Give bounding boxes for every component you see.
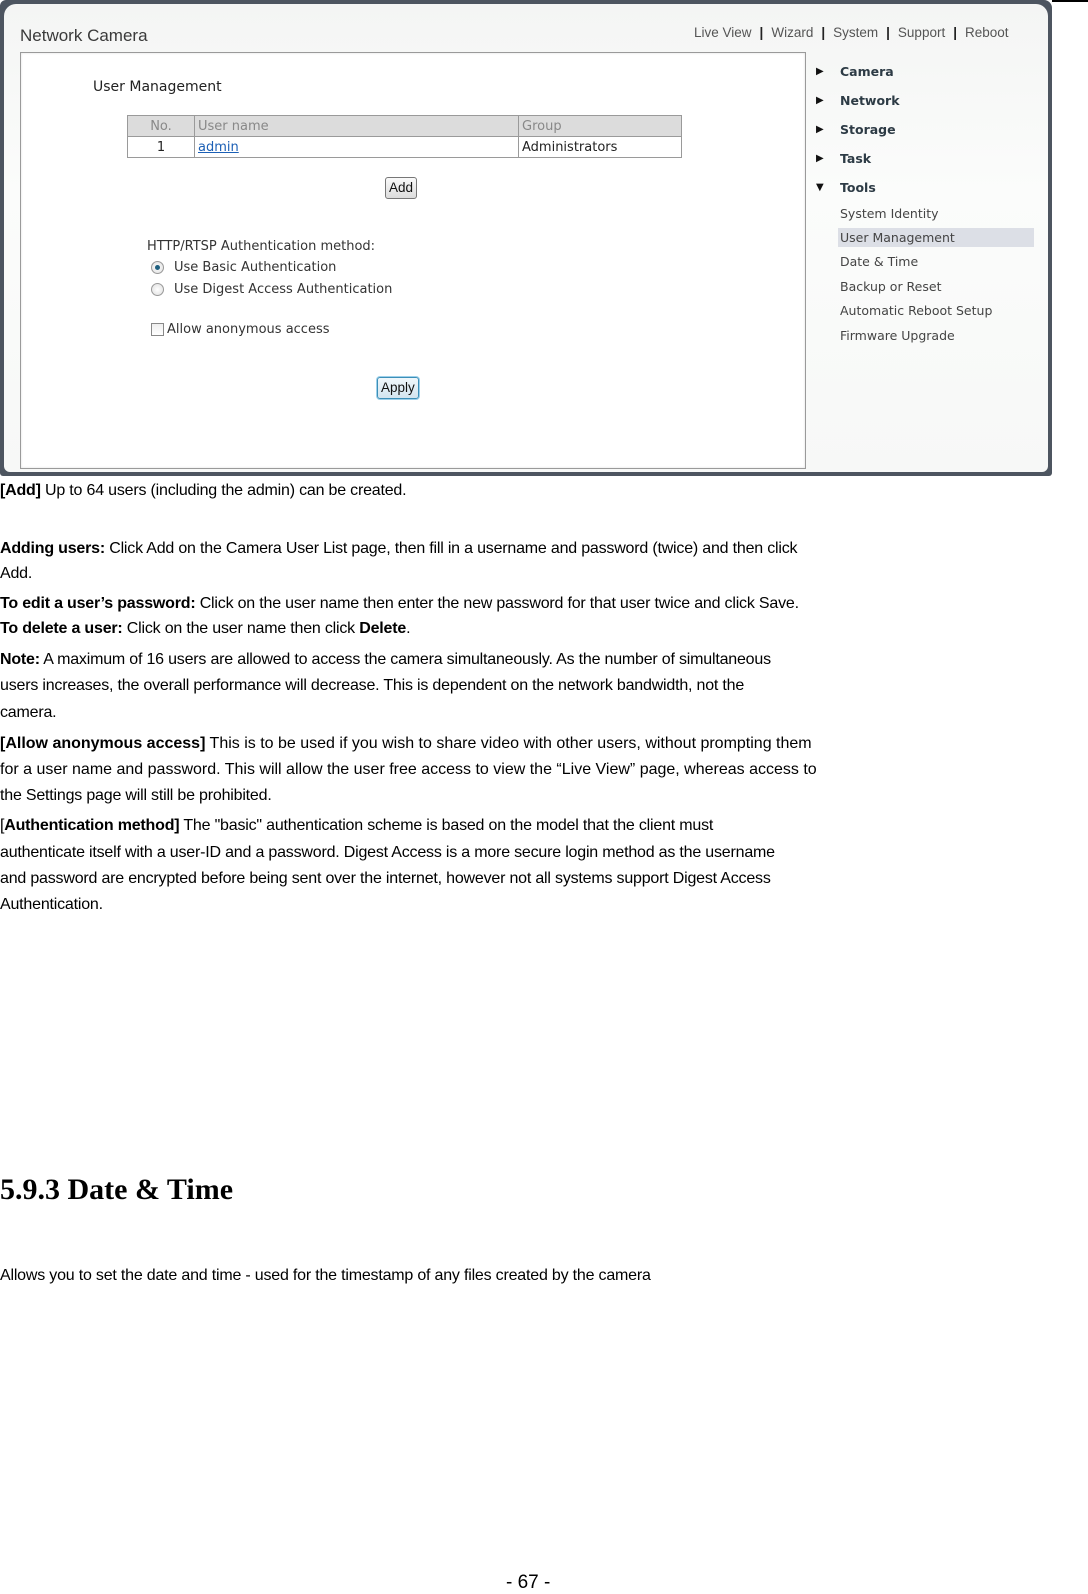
- adding-users-label: Adding users:: [0, 540, 105, 557]
- anonymous-label: [Allow anonymous access]: [0, 735, 206, 752]
- delete-user-end: .: [406, 620, 411, 637]
- caret-right-icon: ▶: [816, 153, 824, 164]
- nav-reboot[interactable]: Reboot: [965, 25, 1009, 40]
- cell-username: admin: [194, 136, 519, 158]
- radio-selected-icon[interactable]: [151, 261, 164, 274]
- delete-user-text: Click on the user name then click: [122, 620, 360, 637]
- nav-separator: |: [953, 25, 957, 40]
- anonymous-paragraph-line3: the Settings page will still be prohibit…: [0, 787, 272, 804]
- auth-method-paragraph-line4: Authentication.: [0, 896, 103, 913]
- add-note: [Add] Up to 64 users (including the admi…: [0, 481, 407, 501]
- auth-method-paragraph-line2: authenticate itself with a user-ID and a…: [0, 844, 775, 861]
- table-row: 1 admin Administrators: [127, 136, 682, 158]
- edit-password-text: Click on the user name then enter the ne…: [195, 595, 799, 612]
- caret-down-icon: ▼: [816, 182, 824, 193]
- delete-user-note: To delete a user: Click on the user name…: [0, 619, 411, 639]
- sidenav-label: Storage: [840, 122, 896, 137]
- sidenav-item-backup-reset[interactable]: Backup or Reset: [838, 277, 1034, 296]
- sidenav-label: Network: [840, 93, 900, 108]
- sidenav-item-user-management[interactable]: User Management: [838, 228, 1034, 247]
- radio-unselected-icon[interactable]: [151, 283, 164, 296]
- auth-method-label: HTTP/RTSP Authentication method:: [147, 239, 376, 254]
- column-header-group: Group: [518, 115, 682, 137]
- cell-no: 1: [127, 136, 195, 158]
- caret-right-icon: ▶: [816, 66, 824, 77]
- note-paragraph-line2: users increases, the overall performance…: [0, 677, 745, 694]
- auth-method-text: The "basic" authentication scheme is bas…: [179, 817, 714, 834]
- username-link[interactable]: admin: [198, 140, 239, 155]
- note-paragraph: Note: A maximum of 16 users are allowed …: [0, 650, 771, 670]
- nav-separator: |: [821, 25, 826, 40]
- checkbox-icon[interactable]: [151, 323, 164, 336]
- sidenav-camera[interactable]: ▶ Camera: [816, 64, 894, 79]
- sidenav-storage[interactable]: ▶ Storage: [816, 122, 896, 137]
- page-top-rule: [1052, 0, 1088, 2]
- sidenav-label: Tools: [840, 180, 876, 195]
- delete-user-label: To delete a user:: [0, 620, 123, 637]
- radio-digest-auth[interactable]: Use Digest Access Authentication: [151, 282, 392, 297]
- caret-right-icon: ▶: [816, 124, 824, 135]
- column-header-username: User name: [194, 115, 519, 137]
- table-header-row: No. User name Group: [127, 115, 682, 137]
- radio-basic-label: Use Basic Authentication: [174, 260, 337, 275]
- nav-system[interactable]: System: [833, 25, 878, 40]
- auth-method-paragraph: [Authentication method] The "basic" auth…: [0, 816, 713, 836]
- app-window: Network Camera Live View | Wizard | System | S…: [4, 4, 1048, 472]
- nav-wizard[interactable]: Wizard: [771, 25, 813, 40]
- auth-method-label: Authentication method]: [4, 817, 180, 834]
- apply-button[interactable]: Apply: [377, 377, 419, 399]
- edit-password-note: To edit a user’s password: Click on the …: [0, 594, 799, 614]
- add-note-label: [Add]: [0, 482, 41, 499]
- sidenav-tools[interactable]: ▼ Tools: [816, 180, 876, 195]
- anonymous-paragraph: [Allow anonymous access] This is to be u…: [0, 734, 812, 754]
- nav-separator: |: [759, 25, 764, 40]
- note-label: Note:: [0, 651, 40, 668]
- user-table: No. User name Group 1 admin Administrato…: [127, 115, 682, 158]
- auth-method-paragraph-line3: and password are encrypted before being …: [0, 870, 771, 887]
- adding-users-note: Adding users: Click Add on the Camera Us…: [0, 539, 798, 559]
- radio-basic-auth[interactable]: Use Basic Authentication: [151, 260, 336, 275]
- edit-password-label: To edit a user’s password:: [0, 595, 196, 612]
- sidenav-network[interactable]: ▶ Network: [816, 93, 900, 108]
- top-nav: Live View | Wizard | System | Support | Reboot: [694, 25, 1009, 40]
- caret-right-icon: ▶: [816, 95, 824, 106]
- sidenav-label: Task: [840, 151, 872, 166]
- anonymous-text: This is to be used if you wish to share …: [205, 735, 812, 752]
- anonymous-access-label: Allow anonymous access: [167, 322, 330, 337]
- anonymous-paragraph-line2: for a user name and password. This will …: [0, 761, 817, 778]
- camera-ui-screenshot: Network Camera Live View | Wizard | System | S…: [0, 0, 1052, 476]
- column-header-no: No.: [127, 115, 195, 137]
- note-paragraph-line3: camera.: [0, 704, 57, 721]
- cell-group: Administrators: [518, 136, 682, 158]
- app-title: Network Camera: [20, 26, 148, 45]
- section-heading: 5.9.3 Date & Time: [0, 1173, 234, 1206]
- nav-separator: |: [886, 25, 890, 40]
- nav-support[interactable]: Support: [898, 25, 945, 40]
- sidenav-item-date-time[interactable]: Date & Time: [838, 252, 1034, 271]
- adding-users-note-cont: Add.: [0, 565, 33, 582]
- add-note-text: Up to 64 users (including the admin) can…: [40, 482, 407, 499]
- sidenav-label: Camera: [840, 64, 894, 79]
- nav-live-view[interactable]: Live View: [694, 25, 752, 40]
- note-text: A maximum of 16 users are allowed to acc…: [39, 651, 771, 668]
- section-intro: Allows you to set the date and time - us…: [0, 1267, 651, 1284]
- add-user-button[interactable]: Add: [385, 177, 418, 199]
- sidenav-task[interactable]: ▶ Task: [816, 151, 871, 166]
- delete-keyword: Delete: [359, 620, 407, 637]
- radio-digest-label: Use Digest Access Authentication: [174, 282, 393, 297]
- adding-users-text: Click Add on the Camera User List page, …: [104, 540, 798, 557]
- sidenav-item-firmware-upgrade[interactable]: Firmware Upgrade: [838, 326, 1034, 345]
- content-panel: User Management No. User name Group 1 ad…: [20, 52, 806, 469]
- anonymous-access-checkbox[interactable]: Allow anonymous access: [151, 322, 330, 337]
- sidenav-item-system-identity[interactable]: System Identity: [838, 204, 1034, 223]
- sidenav-item-auto-reboot[interactable]: Automatic Reboot Setup: [838, 301, 1034, 320]
- section-title: User Management: [93, 79, 222, 95]
